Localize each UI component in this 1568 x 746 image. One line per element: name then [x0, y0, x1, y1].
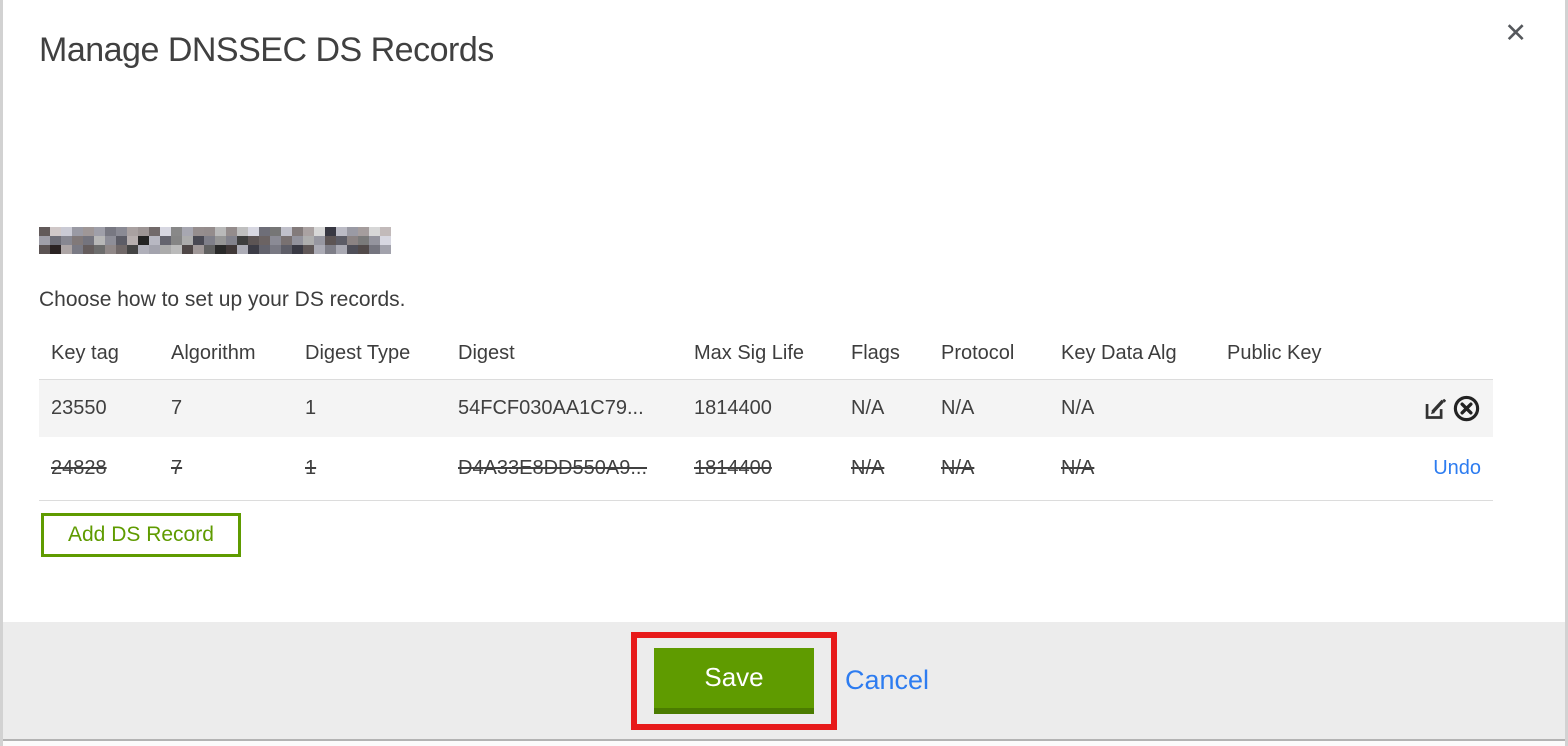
ds-records-table: Key tag Algorithm Digest Type Digest Max… — [39, 327, 1493, 501]
close-icon[interactable]: ✕ — [1504, 20, 1527, 47]
table-row: 23550 7 1 54FCF030AA1C79... 1814400 N/A … — [39, 379, 1493, 437]
cell-max-sig-life: 1814400 — [694, 397, 772, 419]
cell-digest: 54FCF030AA1C79... — [458, 397, 644, 419]
annotation-red-box: Save — [631, 631, 837, 730]
cell-protocol: N/A — [941, 457, 975, 479]
cell-flags: N/A — [851, 457, 885, 479]
cell-algorithm: 7 — [171, 397, 183, 419]
cell-key-tag: 24828 — [51, 457, 107, 479]
add-ds-record-button[interactable]: Add DS Record — [41, 513, 241, 557]
cell-digest-type: 1 — [305, 457, 317, 479]
column-header-public-key: Public Key — [1227, 341, 1322, 364]
cell-protocol: N/A — [941, 397, 975, 419]
modal-title: Manage DNSSEC DS Records — [39, 31, 494, 69]
delete-record-icon[interactable] — [1452, 394, 1481, 423]
cell-max-sig-life: 1814400 — [694, 457, 772, 479]
cell-flags: N/A — [851, 397, 885, 419]
table-row-deleted: 24828 7 1 D4A33E8DD550A9... 1814400 N/A … — [39, 437, 1493, 501]
column-header-protocol: Protocol — [941, 341, 1015, 364]
column-header-algorithm: Algorithm — [171, 341, 256, 364]
redacted-domain-name — [39, 227, 391, 254]
table-header-row: Key tag Algorithm Digest Type Digest Max… — [39, 327, 1493, 379]
cell-digest-type: 1 — [305, 397, 317, 419]
cell-algorithm: 7 — [171, 457, 183, 479]
column-header-key-tag: Key tag — [51, 341, 119, 364]
circle-x-icon — [1453, 395, 1480, 422]
row-actions — [1377, 394, 1493, 423]
column-header-digest: Digest — [458, 341, 515, 364]
cell-key-data-alg: N/A — [1061, 397, 1095, 419]
edit-icon — [1425, 398, 1447, 419]
instruction-text: Choose how to set up your DS records. — [39, 288, 406, 311]
save-button[interactable]: Save — [654, 647, 814, 714]
column-header-flags: Flags — [851, 341, 900, 364]
cell-digest: D4A33E8DD550A9... — [458, 457, 648, 479]
edit-record-icon[interactable] — [1422, 395, 1449, 422]
cancel-link[interactable]: Cancel — [845, 665, 929, 696]
window-bottom-edge — [3, 739, 1565, 746]
undo-link[interactable]: Undo — [1433, 457, 1481, 480]
column-header-digest-type: Digest Type — [305, 341, 411, 364]
modal-footer: Save Cancel — [3, 622, 1565, 739]
cell-key-tag: 23550 — [51, 397, 107, 419]
manage-dnssec-modal: ✕ Manage DNSSEC DS Records Choose how to… — [0, 0, 1568, 746]
column-header-key-data-alg: Key Data Alg — [1061, 341, 1177, 364]
cell-key-data-alg: N/A — [1061, 457, 1095, 479]
column-header-max-sig-life: Max Sig Life — [694, 341, 805, 364]
